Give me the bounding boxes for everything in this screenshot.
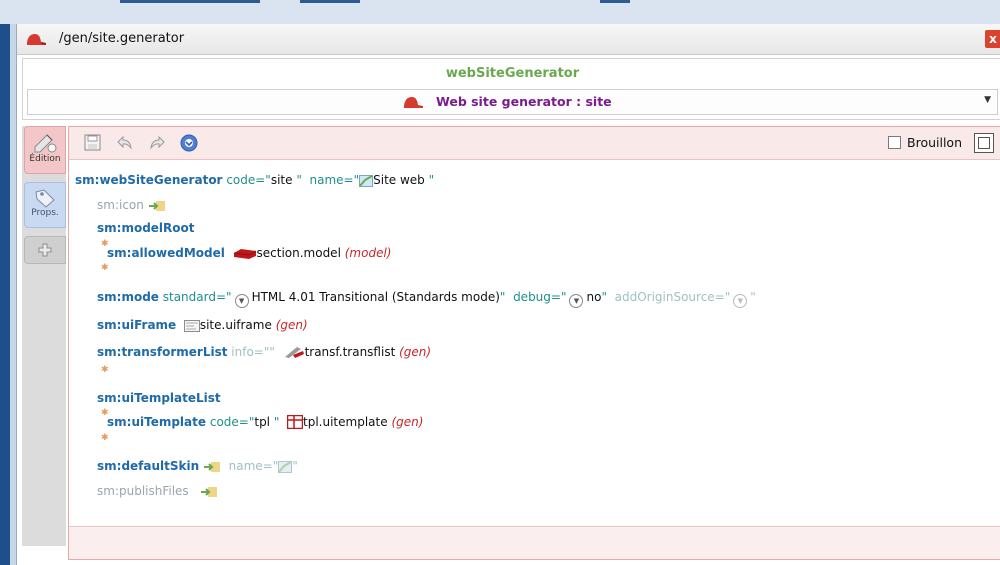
quote: " — [428, 173, 435, 187]
quote: " — [750, 290, 756, 304]
add-tab-button[interactable] — [24, 236, 66, 264]
uiframe-ref[interactable]: site.uiframe — [200, 318, 272, 332]
red-cap-icon — [404, 97, 423, 108]
root-name-value[interactable]: Site web — [373, 173, 425, 187]
red-cap-icon — [27, 34, 46, 45]
root-name-attr: name=" — [309, 173, 360, 187]
template-grid-icon — [287, 415, 304, 429]
quote: " — [273, 415, 280, 429]
transformerlist-info-attr: info=" — [231, 345, 270, 359]
mode-tag: sm:mode — [97, 290, 159, 304]
image-icon — [278, 461, 293, 473]
transformerlist-node-line[interactable]: sm:transformerList info="" transf.transf… — [97, 344, 431, 360]
edit-pencil-icon — [34, 134, 57, 153]
uitemplate-ref[interactable]: tpl.uitemplate — [303, 415, 388, 429]
root-code-attr: code=" — [226, 173, 271, 187]
redo-icon[interactable] — [147, 134, 167, 152]
maximize-button[interactable] — [974, 133, 994, 153]
tag-icon — [35, 189, 55, 208]
allowedmodel-ref[interactable]: section.model — [257, 246, 341, 260]
icon-tag: sm:icon — [97, 198, 144, 212]
tab-edition[interactable]: Édition — [24, 126, 66, 174]
mode-origin-attr: addOriginSource=" — [614, 290, 731, 304]
mode-debug-value[interactable]: no — [586, 290, 601, 304]
quote: " — [601, 290, 607, 304]
quote: " — [292, 459, 298, 473]
desktop-top-strip — [0, 0, 1000, 24]
mode-standard-value[interactable]: HTML 4.01 Transitional (Standards mode) — [252, 290, 500, 304]
allowedmodel-tag: sm:allowedModel — [107, 246, 225, 260]
editor-window: /gen/site.generator x webSiteGenerator W… — [16, 24, 1000, 565]
insert-arrow-icon[interactable] — [203, 461, 221, 473]
window-title: /gen/site.generator — [59, 31, 185, 46]
uiframe-kind: (gen) — [275, 318, 308, 332]
quote: " — [499, 290, 506, 304]
defaultskin-name-attr: name=" — [228, 459, 279, 473]
mode-standard-attr: standard=" — [162, 290, 232, 304]
root-tag: sm:webSiteGenerator — [75, 173, 223, 187]
side-tabs: Édition Props. — [22, 126, 66, 546]
image-icon — [359, 175, 374, 187]
uitemplatelist-tag: sm:uiTemplateList — [97, 391, 221, 405]
root-code-value[interactable]: site — [271, 173, 293, 187]
dropdown-arrow-icon[interactable]: ▼ — [984, 95, 991, 105]
transform-tool-icon — [284, 347, 304, 358]
title-bar: /gen/site.generator x — [17, 24, 1000, 55]
tab-props-label: Props. — [31, 208, 59, 218]
frame-doc-icon — [183, 320, 200, 332]
uitemplate-tag: sm:uiTemplate — [107, 415, 207, 429]
root-node-line[interactable]: sm:webSiteGenerator code="site " name=" S… — [75, 172, 434, 188]
uiframe-tag: sm:uiFrame — [97, 318, 177, 332]
model-brick-icon — [233, 249, 256, 259]
draft-toggle[interactable]: Brouillon — [888, 135, 962, 150]
validate-circle-icon[interactable] — [179, 134, 199, 152]
uitemplate-kind: (gen) — [391, 415, 424, 429]
editor-footer-bar — [69, 526, 1000, 559]
transformerlist-ref[interactable]: transf.transflist — [305, 345, 396, 359]
mode-node-line[interactable]: sm:mode standard=" ▼ HTML 4.01 Transitiona… — [97, 289, 756, 308]
save-icon[interactable] — [83, 134, 103, 152]
mode-debug-attr: debug=" — [513, 290, 567, 304]
insert-point-icon[interactable]: ✱ — [101, 433, 109, 443]
close-button[interactable]: x — [985, 30, 1000, 48]
origin-dropdown-icon[interactable]: ▼ — [733, 294, 748, 308]
defaultskin-node-line[interactable]: sm:defaultSkin name=" " — [97, 458, 298, 474]
draft-checkbox[interactable] — [888, 136, 901, 149]
insert-arrow-icon[interactable] — [148, 200, 166, 212]
allowedmodel-kind: (model) — [344, 246, 392, 260]
icon-node-line[interactable]: sm:icon — [97, 197, 166, 213]
uiframe-node-line[interactable]: sm:uiFrame site.uiframe (gen) — [97, 317, 308, 333]
modelroot-tag: sm:modelRoot — [97, 221, 195, 235]
undo-icon[interactable] — [115, 134, 135, 152]
plus-icon — [38, 243, 52, 257]
publishfiles-node-line[interactable]: sm:publishFiles — [97, 483, 218, 499]
document-header: webSiteGenerator Web site generator : si… — [22, 58, 1000, 120]
draft-label: Brouillon — [907, 135, 962, 150]
publishfiles-tag: sm:publishFiles — [97, 484, 189, 498]
editor-toolbar: Brouillon — [69, 127, 1000, 160]
tab-edition-label: Édition — [29, 154, 61, 164]
model-type-title: webSiteGenerator — [445, 66, 580, 81]
uitemplate-code-value[interactable]: tpl — [254, 415, 270, 429]
quote: " — [269, 345, 275, 359]
transformerlist-kind: (gen) — [399, 345, 432, 359]
quote: " — [296, 173, 302, 187]
desktop-left-edge — [0, 24, 10, 565]
defaultskin-tag: sm:defaultSkin — [97, 459, 200, 473]
allowedmodel-node-line[interactable]: sm:allowedModel section.model (model) — [107, 245, 391, 261]
tab-props[interactable]: Props. — [24, 182, 66, 228]
uitemplatelist-node-line[interactable]: sm:uiTemplateList — [97, 390, 221, 406]
insert-arrow-icon[interactable] — [200, 486, 218, 498]
transformerlist-tag: sm:transformerList — [97, 345, 228, 359]
modelroot-node-line[interactable]: sm:modelRoot — [97, 220, 195, 236]
insert-point-icon[interactable]: ✱ — [101, 365, 109, 375]
uitemplate-code-attr: code=" — [209, 415, 255, 429]
model-selector[interactable]: Web site generator : site ▼ — [27, 89, 998, 115]
uitemplate-node-line[interactable]: sm:uiTemplate code="tpl " tpl.uitemplate… — [107, 414, 423, 430]
model-selector-label: Web site generator : site — [436, 94, 612, 109]
debug-dropdown-icon[interactable]: ▼ — [569, 294, 584, 308]
insert-point-icon[interactable]: ✱ — [101, 263, 109, 273]
standard-dropdown-icon[interactable]: ▼ — [234, 294, 249, 308]
editor-panel: Brouillon sm:webSiteGenerator code="site… — [68, 126, 1000, 560]
